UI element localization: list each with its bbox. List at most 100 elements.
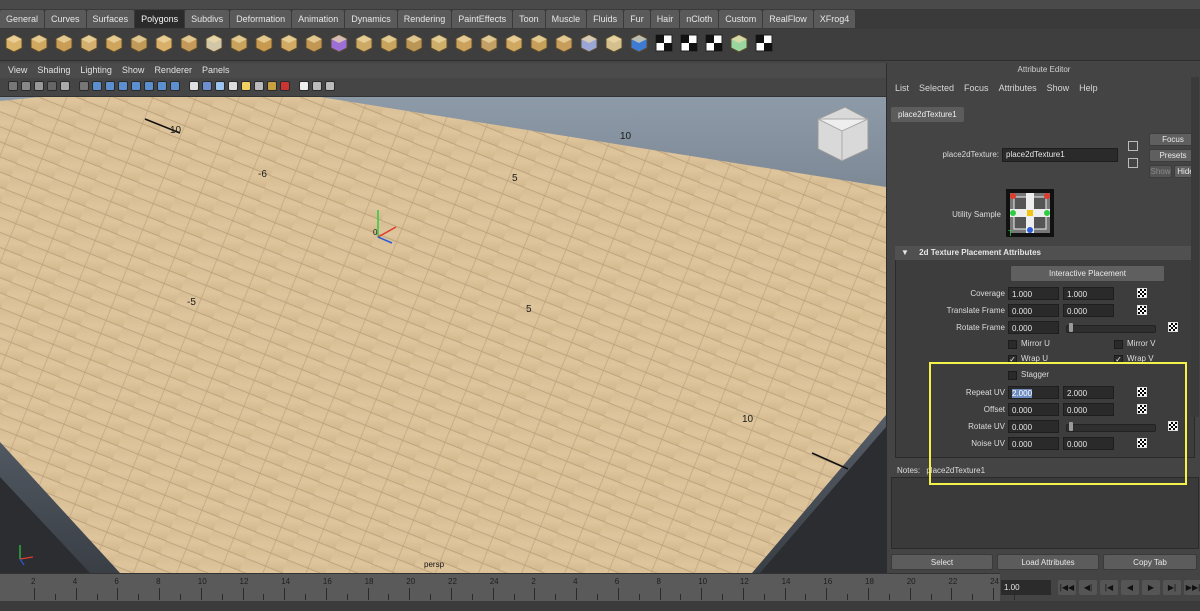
planar-map-icon[interactable]: [603, 32, 625, 54]
utility-sample-swatch-icon[interactable]: T: [1006, 189, 1054, 238]
bridge-icon[interactable]: [378, 32, 400, 54]
step-forward-icon[interactable]: ▶|: [1163, 580, 1181, 595]
wedge-icon[interactable]: [528, 32, 550, 54]
shelf-tab-animation[interactable]: Animation: [292, 10, 345, 28]
focus-arrow-icon[interactable]: [1128, 141, 1138, 151]
plane-icon[interactable]: [103, 32, 125, 54]
viewport-tool-icon[interactable]: [60, 81, 70, 91]
shelf-tab-hair[interactable]: Hair: [650, 10, 680, 28]
go-arrow-icon[interactable]: [1128, 158, 1138, 168]
bevel-icon[interactable]: [453, 32, 475, 54]
viewport-tool-icon[interactable]: [118, 81, 128, 91]
shelf-tab-custom[interactable]: Custom: [719, 10, 763, 28]
interactive-placement-button[interactable]: Interactive Placement: [1010, 265, 1165, 282]
menu-focus[interactable]: Focus: [964, 83, 989, 93]
viewport-tool-icon[interactable]: [21, 81, 31, 91]
extrude-icon[interactable]: [353, 32, 375, 54]
node-tab-place2dtexture[interactable]: place2dTexture1: [891, 107, 964, 122]
viewport-tool-icon[interactable]: [105, 81, 115, 91]
shelf-tab-xfrog4[interactable]: XFrog4: [813, 10, 856, 28]
viewport-tool-icon[interactable]: [170, 81, 180, 91]
cylinder-icon[interactable]: [53, 32, 75, 54]
sphere-icon[interactable]: [3, 32, 25, 54]
menu-panels[interactable]: Panels: [202, 65, 230, 75]
shelf-tab-realflow[interactable]: RealFlow: [763, 10, 813, 28]
shelf-tab-dynamics[interactable]: Dynamics: [345, 10, 397, 28]
shelf-tab-polygons[interactable]: Polygons: [135, 10, 185, 28]
map-button-icon[interactable]: [1137, 288, 1147, 298]
shelf-tab-ncloth[interactable]: nCloth: [680, 10, 719, 28]
menu-show[interactable]: Show: [122, 65, 145, 75]
checker-3-icon[interactable]: [703, 32, 725, 54]
map-button-icon[interactable]: [1137, 305, 1147, 315]
select-button[interactable]: Select: [891, 554, 993, 570]
section-header-texture-placement[interactable]: ▼ 2d Texture Placement Attributes: [895, 246, 1193, 260]
rotate-frame-slider-knob[interactable]: [1069, 323, 1073, 332]
notes-text-area[interactable]: [891, 477, 1199, 549]
menu-selected[interactable]: Selected: [919, 83, 954, 93]
step-back-key-icon[interactable]: ◀|: [1079, 580, 1097, 595]
go-to-end-icon[interactable]: ▶▶|: [1184, 580, 1200, 595]
shelf-tab-muscle[interactable]: Muscle: [545, 10, 587, 28]
rotate-frame-field[interactable]: 0.000: [1008, 321, 1059, 334]
range-slider[interactable]: [0, 601, 1200, 611]
soccer-ball-icon[interactable]: [203, 32, 225, 54]
mirror-v-checkbox[interactable]: [1114, 340, 1123, 349]
menu-list[interactable]: List: [895, 83, 909, 93]
viewport-tool-icon[interactable]: [267, 81, 277, 91]
shelf-tab-surfaces[interactable]: Surfaces: [86, 10, 135, 28]
menu-help[interactable]: Help: [1079, 83, 1098, 93]
viewport-tool-icon[interactable]: [79, 81, 89, 91]
menu-show[interactable]: Show: [1047, 83, 1070, 93]
coverage-u-field[interactable]: 1.000: [1008, 287, 1059, 300]
merge-icon[interactable]: [478, 32, 500, 54]
go-to-start-icon[interactable]: |◀◀: [1058, 580, 1076, 595]
pin-icon[interactable]: [628, 32, 650, 54]
viewport-tool-icon[interactable]: [47, 81, 57, 91]
purple-cube-icon[interactable]: [328, 32, 350, 54]
wood-floor-plane[interactable]: [0, 97, 886, 573]
mirror-u-checkbox[interactable]: [1008, 340, 1017, 349]
viewport-tool-icon[interactable]: [254, 81, 264, 91]
smooth-icon[interactable]: [278, 32, 300, 54]
viewport-tool-icon[interactable]: [228, 81, 238, 91]
viewport-tool-icon[interactable]: [131, 81, 141, 91]
torus-icon[interactable]: [128, 32, 150, 54]
load-attributes-button[interactable]: Load Attributes: [997, 554, 1099, 570]
menu-view[interactable]: View: [8, 65, 27, 75]
viewport-tool-icon[interactable]: [299, 81, 309, 91]
shelf-tab-deformation[interactable]: Deformation: [230, 10, 292, 28]
show-button[interactable]: Show: [1149, 165, 1172, 178]
menu-lighting[interactable]: Lighting: [80, 65, 112, 75]
viewport-tool-icon[interactable]: [241, 81, 251, 91]
focus-button[interactable]: Focus: [1149, 133, 1197, 146]
shelf-tab-fur[interactable]: Fur: [624, 10, 650, 28]
menu-shading[interactable]: Shading: [37, 65, 70, 75]
play-backwards-icon[interactable]: ◀: [1121, 580, 1139, 595]
cone-icon[interactable]: [78, 32, 100, 54]
attribute-editor-scrollbar[interactable]: [1191, 77, 1199, 417]
fill-hole-icon[interactable]: [428, 32, 450, 54]
pyramid-icon[interactable]: [153, 32, 175, 54]
translate-frame-v-field[interactable]: 0.000: [1063, 304, 1114, 317]
perspective-viewport[interactable]: 10 -6 5 10 -5 5 10 0 persp: [0, 97, 886, 573]
presets-button[interactable]: Presets: [1149, 149, 1197, 162]
checker-4-icon[interactable]: [753, 32, 775, 54]
node-name-field[interactable]: place2dTexture1: [1002, 148, 1118, 162]
viewport-tool-icon[interactable]: [189, 81, 199, 91]
checker-1-icon[interactable]: [653, 32, 675, 54]
viewport-tool-icon[interactable]: [312, 81, 322, 91]
map-button-icon[interactable]: [1168, 322, 1178, 332]
viewport-tool-icon[interactable]: [325, 81, 335, 91]
menu-renderer[interactable]: Renderer: [154, 65, 192, 75]
separate-icon[interactable]: [253, 32, 275, 54]
translate-frame-u-field[interactable]: 0.000: [1008, 304, 1059, 317]
cube-icon[interactable]: [28, 32, 50, 54]
viewport-tool-icon[interactable]: [280, 81, 290, 91]
viewport-tool-icon[interactable]: [144, 81, 154, 91]
combine-icon[interactable]: [228, 32, 250, 54]
append-icon[interactable]: [403, 32, 425, 54]
viewport-tool-icon[interactable]: [8, 81, 18, 91]
checker-2-icon[interactable]: [678, 32, 700, 54]
time-slider[interactable]: 2 4 6 8 10 12 14 16 18 20 22 24 2 4 6 8 10 12 14 16 18 20 22 24: [0, 573, 1015, 602]
